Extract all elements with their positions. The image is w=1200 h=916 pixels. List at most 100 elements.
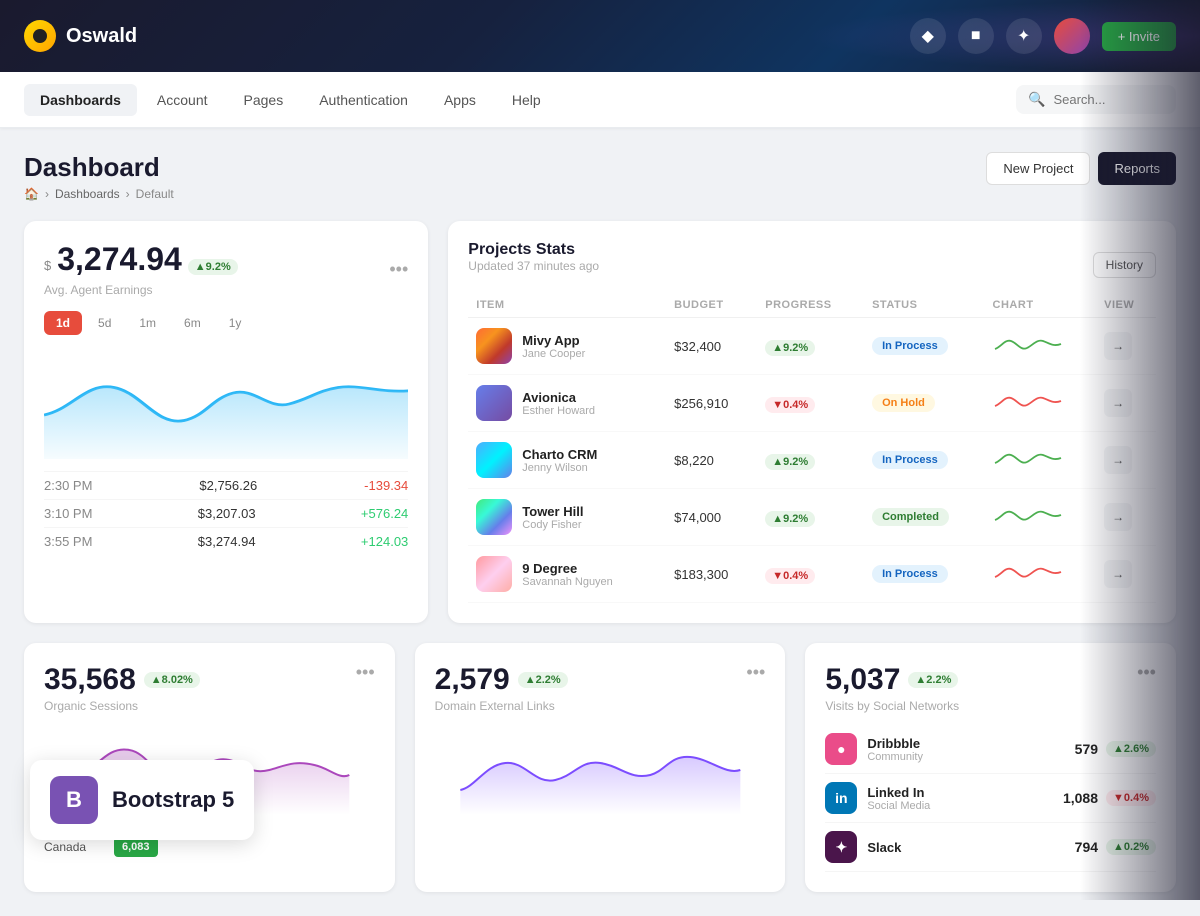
social-more-button[interactable]: ••• <box>1137 663 1156 681</box>
search-icon: 🔍 <box>1028 91 1045 108</box>
social-badge: ▲2.2% <box>908 672 958 688</box>
nav-item-authentication[interactable]: Authentication <box>303 84 424 116</box>
project-progress: ▲9.2% <box>757 432 864 489</box>
projects-table: ITEM BUDGET PROGRESS STATUS CHART VIEW M… <box>468 293 1156 603</box>
earnings-label: Avg. Agent Earnings <box>44 283 238 297</box>
breadcrumb-dashboards[interactable]: Dashboards <box>55 187 120 201</box>
search-input[interactable] <box>1053 92 1164 107</box>
project-name: Tower Hill <box>522 504 583 519</box>
project-status: In Process <box>864 318 984 375</box>
social-icon: ✦ <box>825 831 857 863</box>
domain-badge: ▲2.2% <box>518 672 568 688</box>
earnings-row: 3:10 PM $3,207.03 +576.24 <box>44 499 408 527</box>
social-info: ✦ Slack <box>825 831 901 863</box>
earnings-value-area: $ 3,274.94 ▲9.2% Avg. Agent Earnings <box>44 241 238 297</box>
project-item: Tower Hill Cody Fisher <box>476 499 658 535</box>
project-chart <box>985 432 1097 489</box>
time-filter-5d[interactable]: 5d <box>86 311 123 335</box>
social-info: in Linked In Social Media <box>825 782 930 814</box>
earnings-header: $ 3,274.94 ▲9.2% Avg. Agent Earnings ••• <box>44 241 408 297</box>
top-header: Oswald ◆ ■ ✦ + Invite <box>0 0 1200 72</box>
logo-area: Oswald <box>24 20 137 52</box>
project-budget: $183,300 <box>666 546 757 603</box>
time-filters: 1d 5d 1m 6m 1y <box>44 311 408 335</box>
nav-item-dashboards[interactable]: Dashboards <box>24 84 137 116</box>
col-status: STATUS <box>864 293 984 318</box>
project-view: → <box>1096 375 1156 432</box>
header-icon-btn-2[interactable]: ■ <box>958 18 994 54</box>
col-view: VIEW <box>1096 293 1156 318</box>
social-row: ✦ Slack 794 ▲0.2% <box>825 823 1156 872</box>
nav-item-pages[interactable]: Pages <box>228 84 300 116</box>
page-header: Dashboard 🏠 › Dashboards › Default New P… <box>24 152 1176 201</box>
social-row: ● Dribbble Community 579 ▲2.6% <box>825 725 1156 774</box>
social-card: 5,037 ▲2.2% Visits by Social Networks ••… <box>805 643 1176 892</box>
project-view-button[interactable]: → <box>1104 560 1132 588</box>
social-rows: ● Dribbble Community 579 ▲2.6% in Linked… <box>825 725 1156 872</box>
project-view-button[interactable]: → <box>1104 389 1132 417</box>
project-chart <box>985 375 1097 432</box>
bootstrap-icon: B <box>50 776 98 824</box>
domain-more-button[interactable]: ••• <box>746 663 765 681</box>
time-filter-1m[interactable]: 1m <box>127 311 168 335</box>
earnings-amount: $2,756.26 <box>199 478 257 493</box>
earnings-amount: $3,207.03 <box>198 506 256 521</box>
project-status: Completed <box>864 489 984 546</box>
earnings-more-button[interactable]: ••• <box>389 260 408 278</box>
header-right: ◆ ■ ✦ + Invite <box>910 18 1176 54</box>
project-progress: ▲9.2% <box>757 318 864 375</box>
time-filter-1d[interactable]: 1d <box>44 311 82 335</box>
social-header: 5,037 ▲2.2% Visits by Social Networks ••… <box>825 663 1156 713</box>
social-badge-item: ▲0.2% <box>1106 839 1156 855</box>
social-count: 1,088 <box>1063 790 1098 806</box>
social-name: Slack <box>867 840 901 855</box>
earnings-change: -139.34 <box>364 478 408 493</box>
project-name: Mivy App <box>522 333 585 348</box>
breadcrumb: 🏠 › Dashboards › Default <box>24 187 174 201</box>
social-info: ● Dribbble Community <box>825 733 923 765</box>
earnings-amount: $3,274.94 <box>198 534 256 549</box>
earnings-card: $ 3,274.94 ▲9.2% Avg. Agent Earnings •••… <box>24 221 428 623</box>
nav-item-help[interactable]: Help <box>496 84 557 116</box>
col-progress: PROGRESS <box>757 293 864 318</box>
new-project-button[interactable]: New Project <box>986 152 1090 185</box>
sessions-label: Organic Sessions <box>44 699 200 713</box>
table-row: Mivy App Jane Cooper $32,400 ▲9.2% In Pr… <box>468 318 1156 375</box>
project-name: Avionica <box>522 390 595 405</box>
project-view-button[interactable]: → <box>1104 503 1132 531</box>
project-view-button[interactable]: → <box>1104 332 1132 360</box>
social-row: in Linked In Social Media 1,088 ▼0.4% <box>825 774 1156 823</box>
earnings-value: 3,274.94 <box>57 241 182 278</box>
domain-value: 2,579 <box>435 663 510 697</box>
history-button[interactable]: History <box>1093 252 1156 278</box>
canada-row: Canada 6,083 <box>44 837 375 857</box>
reports-button[interactable]: Reports <box>1098 152 1176 185</box>
project-view-button[interactable]: → <box>1104 446 1132 474</box>
header-icon-btn-3[interactable]: ✦ <box>1006 18 1042 54</box>
logo-icon <box>24 20 56 52</box>
invite-button[interactable]: + Invite <box>1102 22 1176 51</box>
project-view: → <box>1096 432 1156 489</box>
domain-header: 2,579 ▲2.2% Domain External Links ••• <box>435 663 766 713</box>
sessions-more-button[interactable]: ••• <box>356 663 375 681</box>
table-row: Avionica Esther Howard $256,910 ▼0.4% On… <box>468 375 1156 432</box>
social-badge-item: ▲2.6% <box>1106 741 1156 757</box>
earnings-change: +124.03 <box>361 534 408 549</box>
domain-links-card: 2,579 ▲2.2% Domain External Links ••• <box>415 643 786 892</box>
user-avatar[interactable] <box>1054 18 1090 54</box>
table-row: Charto CRM Jenny Wilson $8,220 ▲9.2% In … <box>468 432 1156 489</box>
app-name: Oswald <box>66 25 137 48</box>
project-view: → <box>1096 546 1156 603</box>
time-filter-6m[interactable]: 6m <box>172 311 213 335</box>
project-progress: ▲9.2% <box>757 489 864 546</box>
time-filter-1y[interactable]: 1y <box>217 311 254 335</box>
project-view: → <box>1096 318 1156 375</box>
project-budget: $74,000 <box>666 489 757 546</box>
project-chart <box>985 489 1097 546</box>
social-count: 794 <box>1075 839 1098 855</box>
header-icon-btn-1[interactable]: ◆ <box>910 18 946 54</box>
social-value: 5,037 <box>825 663 900 697</box>
earnings-time: 3:55 PM <box>44 534 92 549</box>
nav-item-apps[interactable]: Apps <box>428 84 492 116</box>
nav-item-account[interactable]: Account <box>141 84 224 116</box>
